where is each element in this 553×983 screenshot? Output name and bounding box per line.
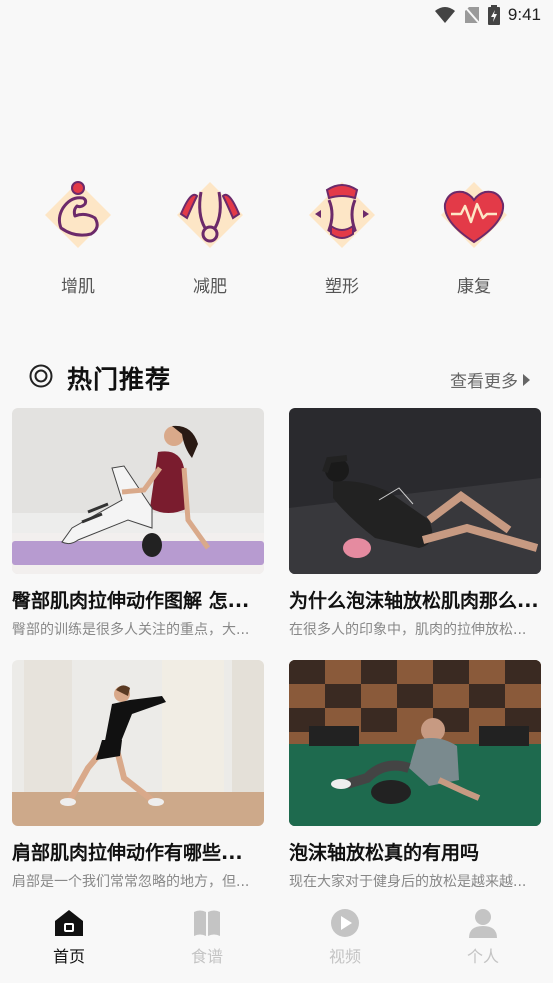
- target-icon: [29, 364, 53, 388]
- home-icon: [55, 910, 83, 936]
- section-header: 热门推荐 查看更多: [0, 355, 553, 401]
- category-label: 减肥: [193, 277, 227, 297]
- article-thumbnail[interactable]: [12, 408, 264, 574]
- article-card[interactable]: 肩部肌肉拉伸动作有哪些... 肩部是一个我们常常忽略的地方，但...: [12, 660, 264, 891]
- book-icon: [194, 910, 220, 936]
- no-sim-icon: [464, 6, 480, 24]
- view-more-link[interactable]: 查看更多: [450, 367, 531, 392]
- tab-home[interactable]: 首页: [19, 907, 119, 967]
- article-title: 泡沫轴放松真的有用吗: [289, 842, 480, 864]
- article-desc: 在很多人的印象中，肌肉的拉伸放松...: [289, 622, 527, 638]
- bottom-tab-bar: 首页 食谱 视频 个人: [0, 903, 553, 983]
- category-row: 增肌 减肥 塑形 康复: [0, 178, 553, 298]
- category-rehab[interactable]: 康复: [424, 178, 524, 297]
- slim-waist-icon: [177, 182, 243, 248]
- tab-label: 食谱: [190, 947, 223, 966]
- category-label: 康复: [457, 277, 491, 297]
- section-title: 热门推荐: [67, 365, 172, 394]
- article-desc: 臀部的训练是很多人关注的重点，大...: [12, 622, 250, 638]
- tab-profile[interactable]: 个人: [433, 907, 533, 967]
- tab-label: 个人: [466, 947, 499, 966]
- article-card[interactable]: 臀部肌肉拉伸动作图解 怎... 臀部的训练是很多人关注的重点，大...: [12, 408, 264, 639]
- article-thumbnail[interactable]: [289, 660, 541, 826]
- status-icons: 9:41: [434, 5, 541, 25]
- video-play-icon: [331, 909, 359, 937]
- article-card[interactable]: 泡沫轴放松真的有用吗 现在大家对于健身后的放松是越来越...: [289, 660, 541, 891]
- article-title: 为什么泡沫轴放松肌肉那么...: [289, 590, 539, 612]
- article-desc: 现在大家对于健身后的放松是越来越...: [289, 874, 527, 890]
- battery-icon: [487, 5, 500, 25]
- person-icon: [469, 909, 497, 938]
- tab-recipes[interactable]: 食谱: [157, 907, 257, 967]
- article-desc: 肩部是一个我们常常忽略的地方，但...: [12, 874, 250, 890]
- article-thumbnail[interactable]: [289, 408, 541, 574]
- category-muscle[interactable]: 增肌: [28, 178, 128, 297]
- view-more-label: 查看更多: [450, 372, 518, 392]
- category-shape[interactable]: 塑形: [292, 178, 392, 297]
- caret-right-icon: [523, 373, 530, 386]
- article-title: 肩部肌肉拉伸动作有哪些...: [12, 842, 243, 864]
- article-thumbnail[interactable]: [12, 660, 264, 826]
- category-label: 塑形: [325, 277, 359, 297]
- status-time: 9:41: [507, 5, 541, 24]
- muscle-arm-icon: [45, 181, 111, 248]
- category-slim[interactable]: 减肥: [160, 178, 260, 297]
- article-card[interactable]: 为什么泡沫轴放松肌肉那么... 在很多人的印象中，肌肉的拉伸放松...: [289, 408, 541, 639]
- tab-videos[interactable]: 视频: [295, 907, 395, 967]
- category-label: 增肌: [61, 277, 95, 297]
- status-bar: 9:41: [0, 0, 553, 30]
- body-shape-icon: [309, 182, 375, 248]
- tab-label: 视频: [328, 947, 361, 966]
- heart-pulse-icon: [441, 182, 507, 248]
- tab-label: 首页: [52, 947, 85, 966]
- wifi-icon: [434, 7, 455, 23]
- article-title: 臀部肌肉拉伸动作图解 怎...: [12, 590, 250, 612]
